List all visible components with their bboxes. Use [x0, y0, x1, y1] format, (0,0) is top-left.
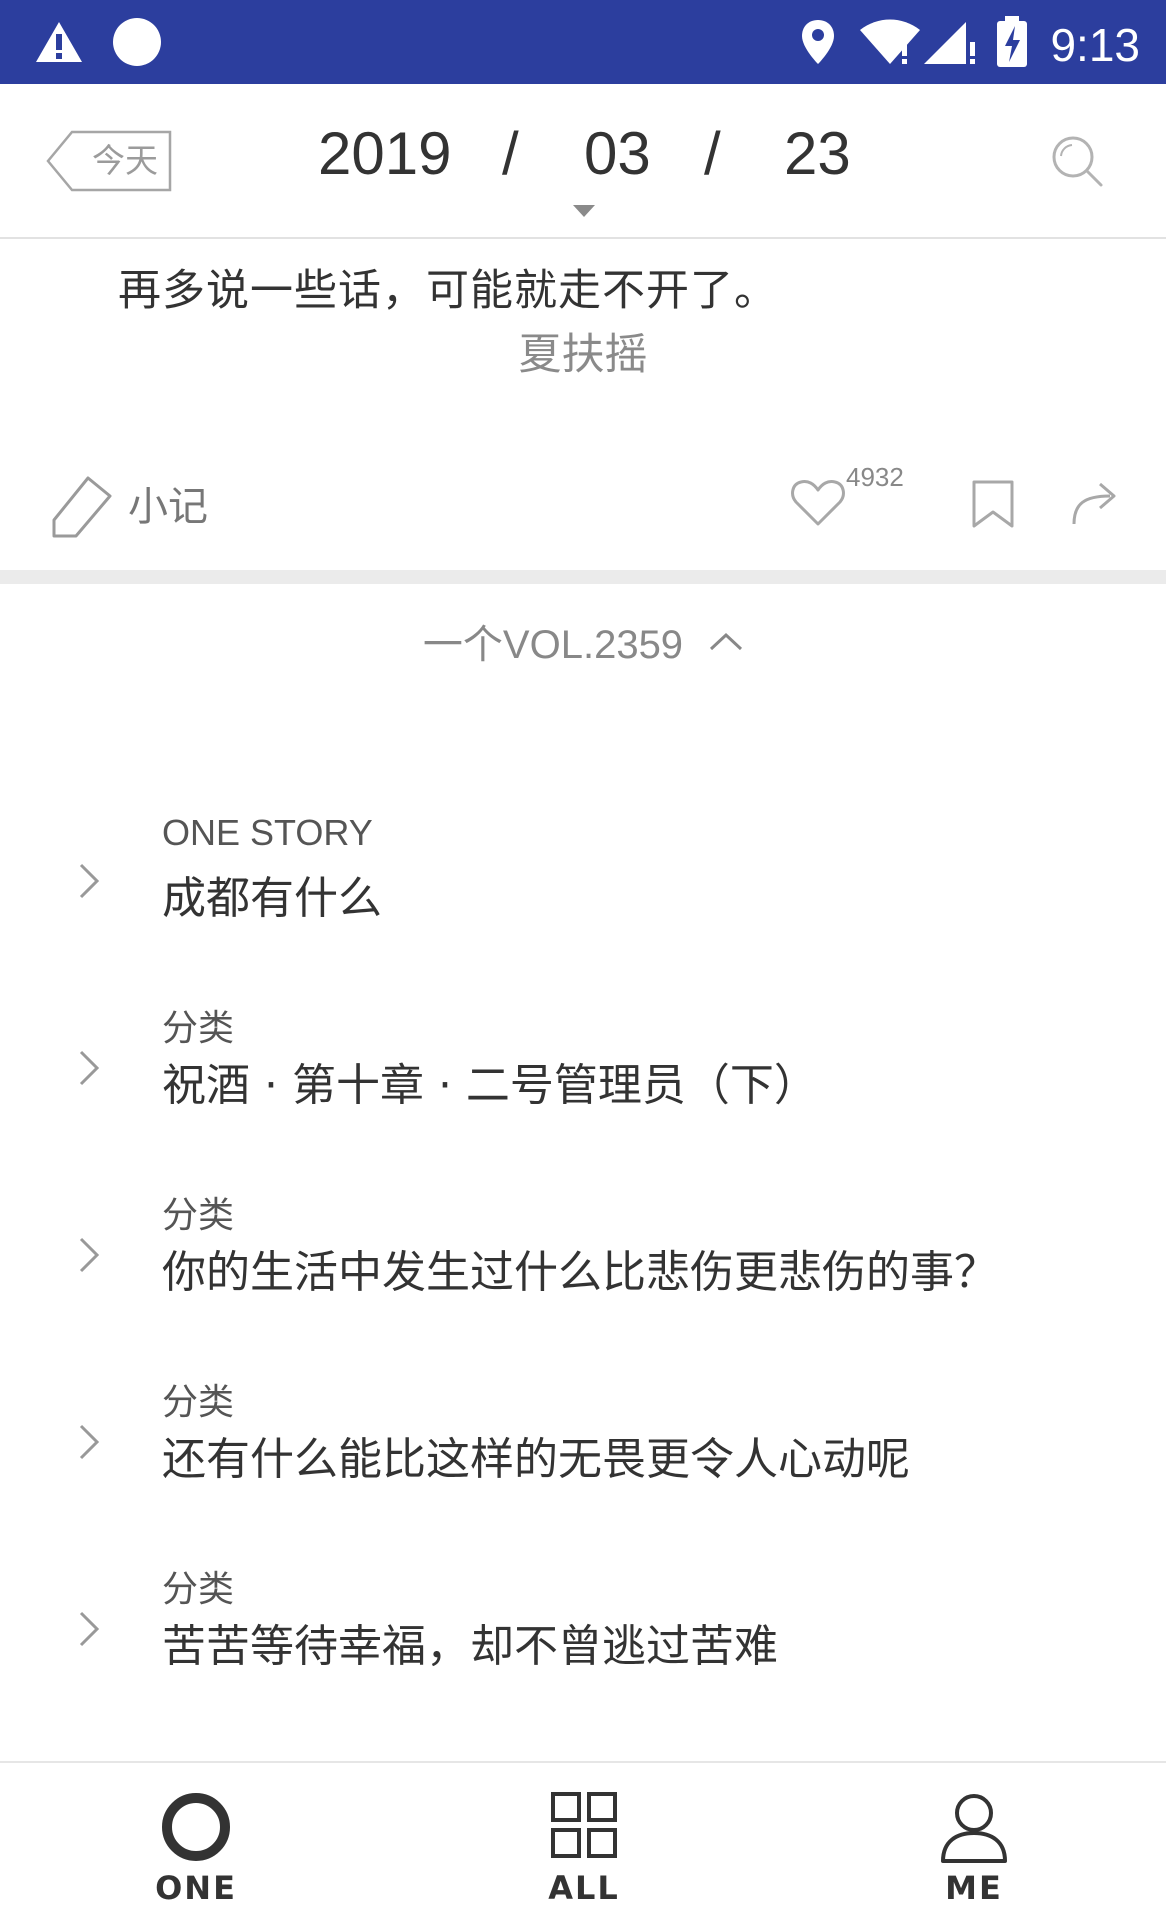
date-separator: / [704, 120, 721, 187]
list-item-title: 祝酒 · 第十章 · 二号管理员（下） [162, 1060, 818, 1111]
clock: 9:13 [1050, 19, 1140, 71]
alert-icon [34, 0, 84, 84]
location-icon [800, 0, 836, 84]
share-icon[interactable] [1070, 478, 1120, 530]
list-item-category: ONE STORY [162, 812, 373, 853]
chevron-right-icon [79, 1424, 100, 1460]
nav-one[interactable]: ONE [96, 1763, 296, 1918]
list-item-title: 成都有什么 [162, 873, 382, 924]
nav-all[interactable]: ALL [484, 1763, 684, 1918]
list-item[interactable]: 分类你的生活中发生过什么比悲伤更悲伤的事？ [0, 1186, 1166, 1336]
nav-label: ME [945, 1869, 1003, 1907]
date-dropdown-icon[interactable] [573, 202, 595, 221]
pencil-icon [52, 476, 112, 538]
chevron-right-icon [79, 1237, 100, 1273]
status-bar: 9:13 [0, 0, 1166, 84]
date-day[interactable]: 23 [784, 114, 851, 194]
heart-icon [791, 480, 845, 526]
date-header: 今天 2019 / 03 / 23 [0, 84, 1166, 239]
chevron-right-icon [79, 1611, 100, 1647]
list-item-category: 分类 [162, 1381, 235, 1422]
today-label: 今天 [92, 141, 158, 180]
note-label: 小记 [128, 484, 208, 530]
date-separator: / [502, 120, 519, 187]
section-divider [0, 570, 1166, 584]
nav-label: ONE [155, 1869, 237, 1907]
circle-icon [112, 0, 162, 84]
volume-toggle[interactable]: 一个VOL.2359 [0, 612, 1166, 670]
date-month[interactable]: 03 [584, 114, 651, 194]
quote-author: 夏扶摇 [518, 330, 648, 380]
list-item-category: 分类 [162, 1568, 235, 1609]
like-button[interactable] [790, 478, 846, 532]
signal-icon [922, 0, 978, 84]
bottom-nav: ONE ALL ME [0, 1761, 1166, 1918]
chevron-right-icon [79, 863, 100, 899]
note-button[interactable]: 小记 [48, 468, 208, 538]
volume-label: 一个VOL.2359 [422, 623, 684, 667]
bookmark-icon[interactable] [970, 478, 1016, 534]
grid-icon [551, 1792, 617, 1858]
ring-icon [162, 1793, 230, 1861]
today-button[interactable]: 今天 [46, 130, 172, 192]
nav-me[interactable]: ME [874, 1763, 1074, 1918]
quote-text: 再多说一些话，可能就走不开了。 [118, 266, 778, 316]
search-icon[interactable] [1050, 134, 1104, 192]
list-item-title: 你的生活中发生过什么比悲伤更悲伤的事？ [162, 1247, 998, 1298]
list-item-title: 还有什么能比这样的无畏更令人心动呢 [162, 1434, 910, 1485]
list-item-category: 分类 [162, 1194, 235, 1235]
list-item-category: 分类 [162, 1007, 235, 1048]
nav-label: ALL [548, 1869, 620, 1907]
person-icon [941, 1794, 1007, 1863]
list-item[interactable]: 分类苦苦等待幸福，却不曾逃过苦难 [0, 1560, 1166, 1710]
list-item[interactable]: ONE STORY 成都有什么 [0, 812, 1166, 962]
list-item[interactable]: 分类还有什么能比这样的无畏更令人心动呢 [0, 1373, 1166, 1523]
like-count: 4932 [846, 462, 904, 492]
chevron-up-icon [710, 632, 743, 651]
chevron-right-icon [79, 1050, 100, 1086]
wifi-icon [858, 0, 922, 84]
list-item[interactable]: 分类祝酒 · 第十章 · 二号管理员（下） [0, 999, 1166, 1149]
list-item-title: 苦苦等待幸福，却不曾逃过苦难 [162, 1621, 778, 1672]
date-year[interactable]: 2019 [318, 114, 451, 194]
battery-charging-icon [996, 0, 1028, 84]
